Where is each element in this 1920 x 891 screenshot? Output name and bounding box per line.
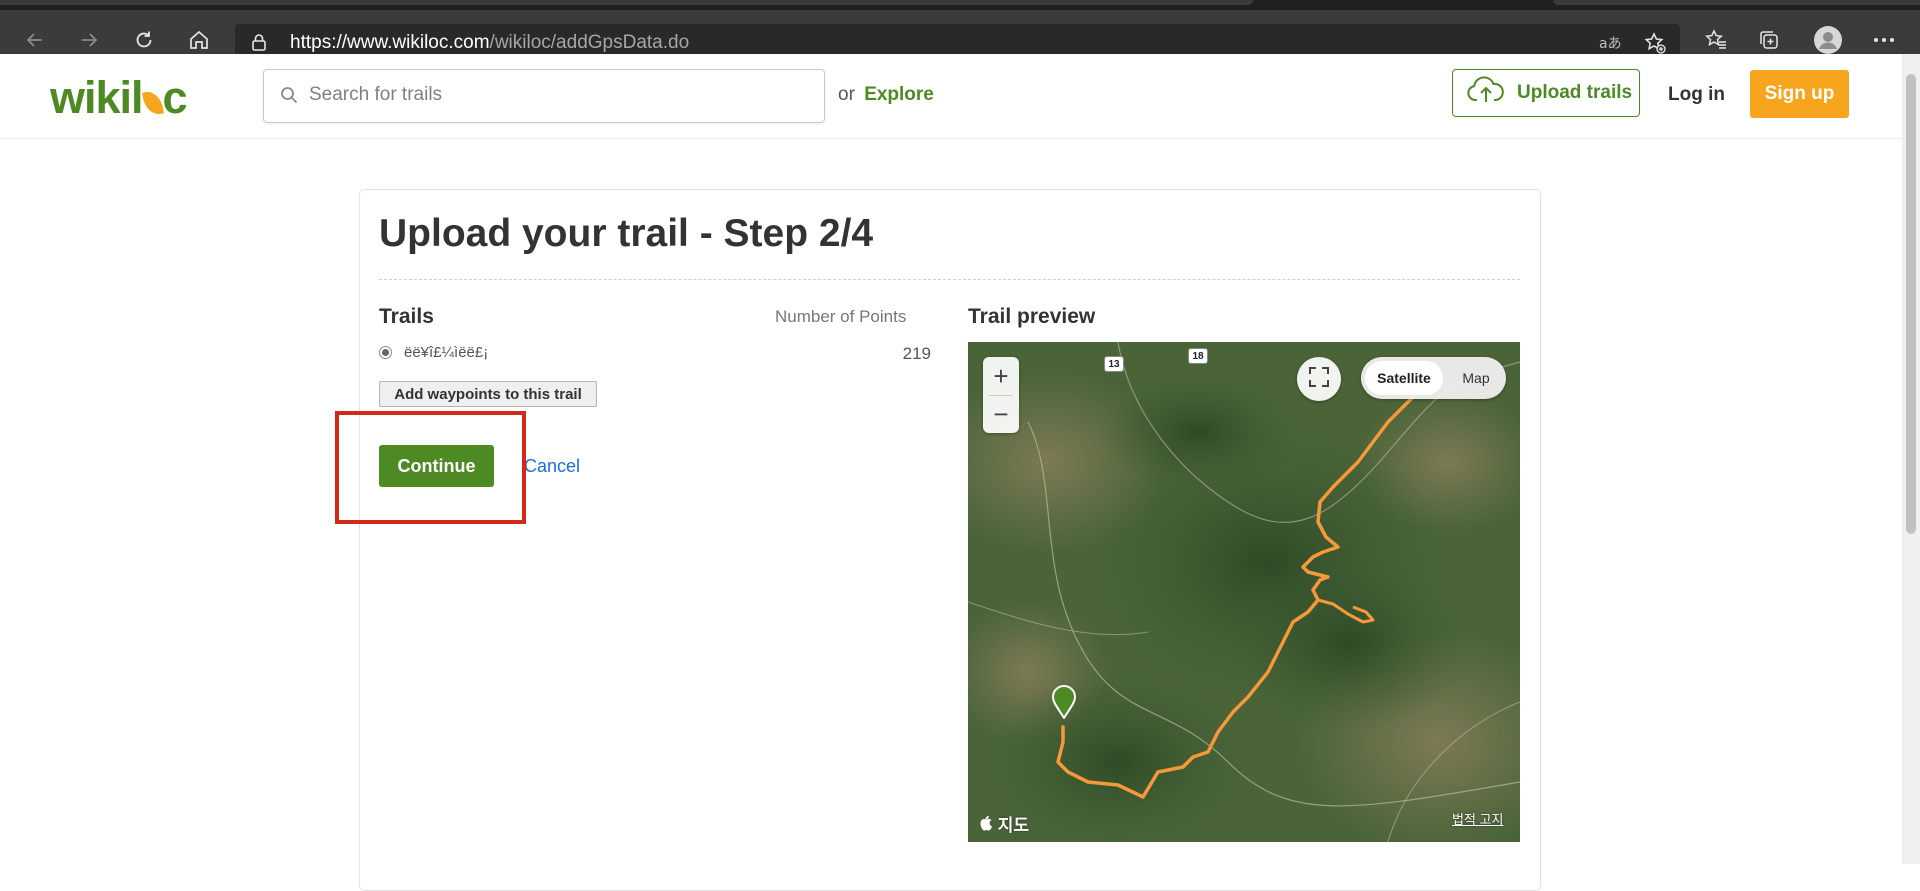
signup-button[interactable]: Sign up: [1750, 70, 1849, 118]
favorites-icon[interactable]: [1700, 24, 1732, 56]
fullscreen-button[interactable]: [1297, 357, 1341, 401]
home-icon[interactable]: [183, 24, 215, 56]
zoom-out-button[interactable]: −: [983, 395, 1019, 433]
upload-trails-label: Upload trails: [1517, 82, 1633, 103]
or-explore: or Explore: [838, 84, 934, 106]
url-domain: https://www.wikiloc.com: [290, 32, 490, 53]
road-shield-13: 13: [1104, 356, 1124, 372]
apple-logo-icon: [980, 816, 998, 835]
url-path: /wikiloc/addGpsData.do: [489, 32, 690, 53]
logo-leaf-icon: [141, 89, 164, 117]
search-icon: [280, 86, 298, 109]
trail-preview-map[interactable]: 13 18 + − Satellite Map 지도 법적 고지: [968, 342, 1520, 842]
trail-points: 219: [902, 344, 931, 363]
start-marker-icon[interactable]: [1051, 685, 1077, 724]
read-aloud-icon[interactable]: aあ: [1597, 30, 1623, 56]
trail-preview-heading: Trail preview: [968, 305, 1096, 328]
svg-text:aあ: aあ: [1599, 36, 1622, 52]
road-shield-18: 18: [1188, 348, 1208, 364]
cloud-upload-icon: [1467, 76, 1505, 110]
fullscreen-icon: [1308, 366, 1330, 393]
browser-tab[interactable]: [0, 0, 1253, 5]
forward-icon[interactable]: [73, 24, 105, 56]
login-link[interactable]: Log in: [1668, 84, 1725, 106]
map-attribution-text: 지도: [997, 816, 1030, 835]
map-button[interactable]: Map: [1451, 361, 1501, 395]
satellite-button[interactable]: Satellite: [1365, 361, 1443, 395]
zoom-control: + −: [983, 357, 1019, 433]
browser-tabstrip: [0, 0, 1920, 10]
explore-link[interactable]: Explore: [864, 84, 934, 105]
search-placeholder: Search for trails: [309, 84, 443, 105]
title-divider: [379, 279, 1520, 280]
highlight-box: [335, 411, 526, 524]
number-of-points-heading: Number of Points: [775, 307, 907, 326]
cancel-link[interactable]: Cancel: [524, 456, 580, 477]
browser-tab[interactable]: [1553, 0, 1920, 5]
trail-name: ëë¥î£¼ìëë£¡: [404, 344, 489, 361]
add-waypoints-button[interactable]: Add waypoints to this trail: [379, 381, 597, 407]
or-text: or: [838, 84, 855, 105]
search-input[interactable]: Search for trails: [263, 69, 825, 123]
page-scrollbar[interactable]: [1902, 54, 1920, 864]
trails-heading: Trails: [379, 305, 434, 328]
back-icon[interactable]: [19, 24, 51, 56]
map-attribution: 지도: [980, 811, 1029, 836]
trail-radio[interactable]: [379, 346, 392, 359]
satellite-imagery: [968, 342, 1520, 842]
page-title: Upload your trail - Step 2/4: [379, 212, 874, 255]
url-text: https://www.wikiloc.com/wikiloc/addGpsDa…: [290, 32, 689, 54]
refresh-icon[interactable]: [128, 24, 160, 56]
collections-icon[interactable]: [1753, 24, 1785, 56]
more-icon[interactable]: [1868, 24, 1900, 56]
legal-notice-link[interactable]: 법적 고지: [1452, 809, 1503, 828]
zoom-separator: [989, 395, 1013, 396]
add-favorite-icon[interactable]: [1642, 30, 1668, 56]
profile-icon[interactable]: [1812, 24, 1844, 56]
upload-trails-button[interactable]: Upload trails: [1452, 69, 1640, 117]
map-type-toggle: Satellite Map: [1361, 357, 1506, 399]
radio-selected-dot: [382, 349, 389, 356]
zoom-in-button[interactable]: +: [983, 357, 1019, 395]
scrollbar-thumb[interactable]: [1906, 74, 1916, 534]
site-header: wikil c Search for trails or Explore Uplo…: [0, 54, 1902, 139]
lock-icon[interactable]: [251, 33, 267, 56]
browser-toolbar: https://www.wikiloc.com/wikiloc/addGpsDa…: [0, 10, 1920, 60]
wikiloc-logo[interactable]: wikil c: [50, 72, 188, 124]
